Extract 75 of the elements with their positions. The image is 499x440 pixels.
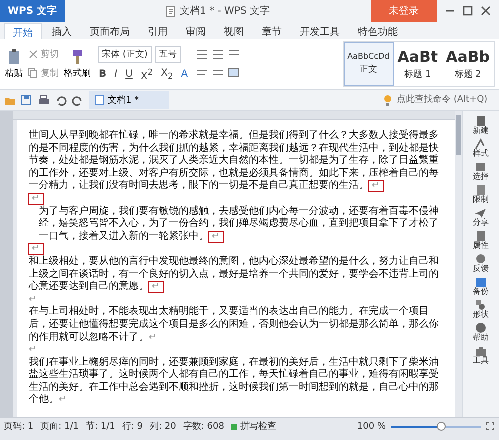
ribbon-tab[interactable]: 开始 [4,23,42,39]
style-preview: AaBt [398,48,438,66]
paragraph: 在与上司相处时，不能表现出太精明能干，又要适当的表达出自己的能力。在完成一个项目后，还要让他懂得想要完成这个项目是多么的困难，否则他会认为一切都是那么简单，那么你的作用就可以忽略不计了。↵ [29,306,440,344]
style-name: 标题 2 [454,68,482,80]
ribbon-tab[interactable]: 视图 [216,23,252,39]
ribbon-tab[interactable]: 开发工具 [292,23,348,39]
command-search-field[interactable]: 点此查找命令 (Alt+Q) [384,94,495,106]
sidebar-button[interactable]: 限制 [473,183,489,206]
style-name: 正文 [360,64,378,76]
sidebar-button[interactable]: 帮助 [473,321,489,344]
spell-check-toggle[interactable]: 拼写检查 [240,420,276,433]
window-title: 文档1 * - WPS 文字 [180,4,270,18]
ribbon-button[interactable]: 粘贴 [4,48,24,80]
format-button[interactable]: I [114,66,119,82]
paragraph: 为了与客户周旋，我们要有敏锐的感触，去感受他们内心每一分波动，还要有着百毒不侵神经，嬉笑怒骂皆不入心，为了一份合约，我们殚尽竭虑费尽心血，直到把项目拿下了才松了一口气，接着又进入新的一轮紧张中。 ↵ [38,206,440,244]
style-preview: AaBbCcDd [348,52,390,61]
save-icon[interactable] [21,94,33,106]
sidebar-button[interactable]: 分享 [473,206,489,229]
undo-icon[interactable] [55,94,67,106]
sidebar-button[interactable]: 样式 [473,137,489,160]
format-button[interactable]: X$_{2}$ [160,66,174,82]
status-field: 页面: 1/1 [40,420,80,433]
paragraph: 和上级相处，要从他的言行中发现他最终的意图，他内心深处最希望的是什么，努力让自己和上级之间在谈话时，有一个良好的切入点，最好是培养一个共同的爱好，要学会不违背上司的心意还要达到自己的意愿。 ↵ [29,256,440,294]
zoom-slider-thumb[interactable] [436,422,446,430]
print-icon[interactable] [38,94,50,106]
sidebar-button[interactable]: 新建 [473,114,489,137]
ribbon-tab[interactable]: 引用 [140,23,176,39]
style-preset[interactable]: AaBbCcDd 正文 [344,42,394,86]
sidebar-button[interactable]: 形状 [473,298,489,321]
ribbon-button[interactable]: 格式刷 [63,48,92,80]
status-field: 节: 1/1 [86,420,116,433]
paragraph-mark: ↵ [29,244,43,254]
sidebar-button[interactable]: 备份 [473,275,489,298]
zoom-reading: 100 % [357,422,386,432]
ribbon-tab[interactable]: 特色功能 [350,23,406,39]
paragraph-mark: ↵ [29,194,43,204]
paragraph: 世间人从早到晚都在忙碌，唯一的希求就是幸福。但是我们得到了什么？大多数人接受得最多的是不同程度的伤害，为什么我们抓的越紧，幸福距离我们越远？在现代生活中，到处都是快节奏，处处都是钢筋水泥，泯灭了人类亲近大自然的本性。一切都是为了生存，除了日益繁重的工作外，还要对上级、对客户有所交际，也就是必须具备情商。如此下来，压榨着自己的每一分精力，让我们没有时间去思考，眼下的一切是不是自己真正想要的生活。 ↵ [29,130,440,193]
shape-icon [474,299,488,310]
paragraph: 我们在事业上鞠躬尽瘁的同时，还要兼顾到家庭，在最初的美好后，生活中就只剩下了柴米油盐这些生活琐事了。这时候两个人都有自己的工作，每天忙碌着自己的事业，难得有闲暇享受生活的美好。在工作中总会遇到不顺和挫折，这时候我们第一时间想到的就是，自己心中的那个他。↵ [29,356,440,408]
copy-icon [28,68,39,79]
format-button[interactable]: X$^{2}$ [140,66,154,82]
ribbon-tab[interactable]: 页面布局 [82,23,138,39]
paragraph-mark: ↵ [29,294,37,305]
paragraph-mark: ↵ [29,345,37,356]
font-size-dropdown[interactable]: 五号 [154,46,181,63]
ribbon-tab[interactable]: 章节 [254,23,290,39]
clipboard-icon [6,48,22,64]
sidebar-button[interactable]: 反馈 [473,252,489,275]
status-field: 页码: 1 [4,420,34,433]
document-icon [95,95,104,105]
format-button[interactable]: B [98,66,108,82]
scrollbar-thumb[interactable] [456,115,461,155]
sidebar-button[interactable]: 工具 [473,344,489,367]
font-name-dropdown[interactable]: 宋体 (正文) [98,46,152,63]
fullscreen-icon [486,422,495,431]
ribbon-tab[interactable]: 插入 [44,23,80,39]
status-field: 行: 9 [122,420,144,433]
maximize-icon[interactable] [463,6,473,16]
document-tab[interactable]: 文档1 * [89,91,170,109]
status-field: 列: 20 [150,420,176,433]
document-icon [166,6,176,16]
redo-icon[interactable] [72,94,84,106]
app-menu-button[interactable]: WPS 文字 [0,0,66,22]
format-button[interactable]: A [180,66,190,82]
style-name: 标题 1 [404,68,432,80]
close-icon[interactable] [481,6,491,16]
lightbulb-icon [384,94,392,106]
status-field: 字数: 608 [183,420,224,433]
format-button[interactable]: U [124,66,134,82]
sidebar-button[interactable]: 选择 [473,160,489,183]
share-icon [474,207,488,218]
sidebar-button[interactable]: 属性 [473,229,489,252]
ribbon-tab[interactable]: 审阅 [178,23,214,39]
style-preview: AaBb [446,48,490,66]
scissors-icon [28,49,39,60]
